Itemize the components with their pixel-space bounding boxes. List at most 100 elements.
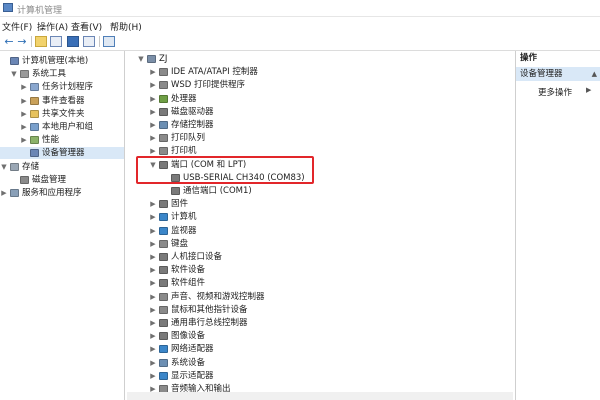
- device_tree-item-label: 计算机: [171, 212, 197, 223]
- left_tree-item-label: 事件查看器: [42, 95, 85, 106]
- monitor-icon: [159, 226, 168, 235]
- device_tree-item-label: IDE ATA/ATAPI 控制器: [171, 67, 258, 78]
- processor-icon: [159, 94, 168, 103]
- chevron-right-icon[interactable]: ▶: [149, 291, 157, 303]
- menu-item-0[interactable]: 文件(F): [2, 20, 32, 33]
- device_tree-item[interactable]: ▶ 人机接口设备: [127, 251, 513, 263]
- collapse-icon[interactable]: ▲: [592, 67, 597, 81]
- display-adapter-icon: [159, 371, 168, 380]
- device_tree-item[interactable]: ▼ ZJ: [127, 53, 513, 65]
- left_tree-item[interactable]: ▶ 事件查看器: [0, 95, 124, 107]
- device_tree-item[interactable]: ▶ 网络适配器: [127, 343, 513, 355]
- performance-icon: [30, 136, 39, 145]
- device_tree-item-label: 固件: [171, 199, 189, 210]
- chevron-down-icon[interactable]: ▼: [10, 68, 18, 80]
- device_tree-item[interactable]: ▶ 监视器: [127, 225, 513, 237]
- left_tree-item[interactable]: 设备管理器: [0, 147, 124, 160]
- action-device-manager[interactable]: 设备管理器 ▲: [516, 67, 600, 81]
- port-icon: [171, 187, 180, 195]
- device_tree-item[interactable]: ▶ 计算机: [127, 211, 513, 223]
- up-folder-icon[interactable]: [35, 36, 47, 47]
- horizontal-scrollbar[interactable]: [127, 392, 513, 400]
- device_tree-item[interactable]: ▶ 软件组件: [127, 277, 513, 289]
- device_tree-item-label: 键盘: [171, 238, 189, 249]
- chevron-right-icon[interactable]: ▶: [20, 95, 28, 107]
- device_tree-item[interactable]: 通信端口 (COM1): [127, 185, 513, 197]
- chevron-right-icon[interactable]: ▶: [149, 106, 157, 118]
- computer-icon: [159, 213, 168, 222]
- device_tree-item[interactable]: ▶ 鼠标和其他指针设备: [127, 304, 513, 316]
- menu-item-1[interactable]: 操作(A): [37, 20, 68, 33]
- left_tree-item[interactable]: ▶ 性能: [0, 134, 124, 146]
- chevron-right-icon[interactable]: ▶: [149, 211, 157, 223]
- device_tree-item[interactable]: ▶ 图像设备: [127, 330, 513, 342]
- back-icon[interactable]: ←: [3, 36, 15, 47]
- chevron-right-icon[interactable]: ▶: [20, 121, 28, 133]
- chevron-right-icon[interactable]: ▶: [149, 132, 157, 144]
- chevron-right-icon[interactable]: ▶: [20, 108, 28, 120]
- device_tree-item[interactable]: ▶ 显示适配器: [127, 370, 513, 382]
- chevron-right-icon[interactable]: ▶: [149, 119, 157, 131]
- menu-item-2[interactable]: 查看(V): [71, 20, 102, 33]
- chevron-right-icon[interactable]: ▶: [149, 370, 157, 382]
- chevron-right-icon[interactable]: ▶: [149, 304, 157, 316]
- chevron-right-icon[interactable]: ▶: [149, 277, 157, 289]
- chevron-right-icon[interactable]: ▶: [149, 238, 157, 250]
- device_tree-item[interactable]: ▶ 键盘: [127, 238, 513, 250]
- device-display-icon[interactable]: [103, 36, 115, 47]
- device_tree-item[interactable]: ▶ 打印队列: [127, 132, 513, 144]
- left_tree-item[interactable]: 磁盘管理: [0, 174, 124, 186]
- toolbar-separator: [31, 36, 32, 47]
- left_tree-item[interactable]: ▶ 服务和应用程序: [0, 187, 124, 199]
- chevron-right-icon[interactable]: ▶: [20, 134, 28, 146]
- chevron-right-icon[interactable]: ▶: [149, 198, 157, 210]
- chevron-right-icon[interactable]: ▶: [149, 251, 157, 263]
- chevron-right-icon[interactable]: ▶: [149, 330, 157, 342]
- device_tree-item[interactable]: ▶ 声音、视频和游戏控制器: [127, 291, 513, 303]
- chevron-right-icon[interactable]: ▶: [149, 343, 157, 355]
- left_tree-item[interactable]: ▶ 任务计划程序: [0, 81, 124, 93]
- system-device-icon: [159, 358, 168, 367]
- chevron-down-icon[interactable]: ▼: [0, 161, 8, 173]
- forward-icon[interactable]: →: [16, 36, 28, 47]
- left_tree-item[interactable]: ▼ 存储: [0, 161, 124, 173]
- device_tree-item[interactable]: ▶ 磁盘驱动器: [127, 106, 513, 118]
- device_tree-item[interactable]: ▶ WSD 打印提供程序: [127, 79, 513, 91]
- computer-icon: [147, 55, 156, 63]
- left_tree-item-label: 服务和应用程序: [22, 188, 82, 198]
- show-hide-tree-icon[interactable]: [50, 36, 62, 47]
- chevron-right-icon[interactable]: ▶: [149, 357, 157, 369]
- chevron-right-icon[interactable]: ▶: [20, 81, 28, 93]
- left_tree-item[interactable]: ▼ 系统工具: [0, 68, 124, 80]
- device_tree-item[interactable]: ▶ 处理器: [127, 93, 513, 105]
- chevron-right-icon[interactable]: ▶: [149, 225, 157, 237]
- left_tree-item-label: 任务计划程序: [42, 82, 94, 93]
- device_tree-item[interactable]: ▶ 存储控制器: [127, 119, 513, 131]
- more-actions-link[interactable]: 更多操作 ▶: [538, 86, 591, 98]
- chevron-right-icon[interactable]: ▶: [149, 93, 157, 105]
- left_tree-item[interactable]: ▶ 共享文件夹: [0, 108, 124, 120]
- device_tree-item-label: 监视器: [171, 225, 197, 236]
- chevron-right-icon[interactable]: ▶: [0, 187, 8, 199]
- keyboard-icon: [159, 239, 168, 248]
- device_tree-item[interactable]: ▶ IDE ATA/ATAPI 控制器: [127, 66, 513, 78]
- left_tree-item[interactable]: ▶ 本地用户和组: [0, 121, 124, 133]
- menu-item-3[interactable]: 帮助(H): [110, 20, 142, 33]
- device_tree-item[interactable]: ▶ 固件: [127, 198, 513, 210]
- chevron-right-icon[interactable]: ▶: [149, 317, 157, 329]
- show-action-pane-icon[interactable]: [83, 36, 95, 47]
- left_tree-item[interactable]: 计算机管理(本地): [0, 55, 124, 67]
- chevron-right-icon[interactable]: ▶: [149, 79, 157, 91]
- help-icon[interactable]: [67, 36, 79, 47]
- left_tree-item-label: 存储: [22, 161, 40, 172]
- device-manager-icon: [30, 149, 39, 158]
- chevron-right-icon[interactable]: ▶: [149, 66, 157, 78]
- chevron-right-icon[interactable]: ▶: [149, 264, 157, 276]
- device_tree-item-label: 显示适配器: [171, 370, 214, 381]
- left_tree-item-label: 设备管理器: [42, 148, 85, 159]
- device_tree-item[interactable]: ▶ 软件设备: [127, 264, 513, 276]
- device_tree-item[interactable]: ▶ 通用串行总线控制器: [127, 317, 513, 329]
- ide-controller-icon: [159, 68, 168, 77]
- device_tree-item[interactable]: ▶ 系统设备: [127, 357, 513, 369]
- chevron-down-icon[interactable]: ▼: [137, 53, 145, 65]
